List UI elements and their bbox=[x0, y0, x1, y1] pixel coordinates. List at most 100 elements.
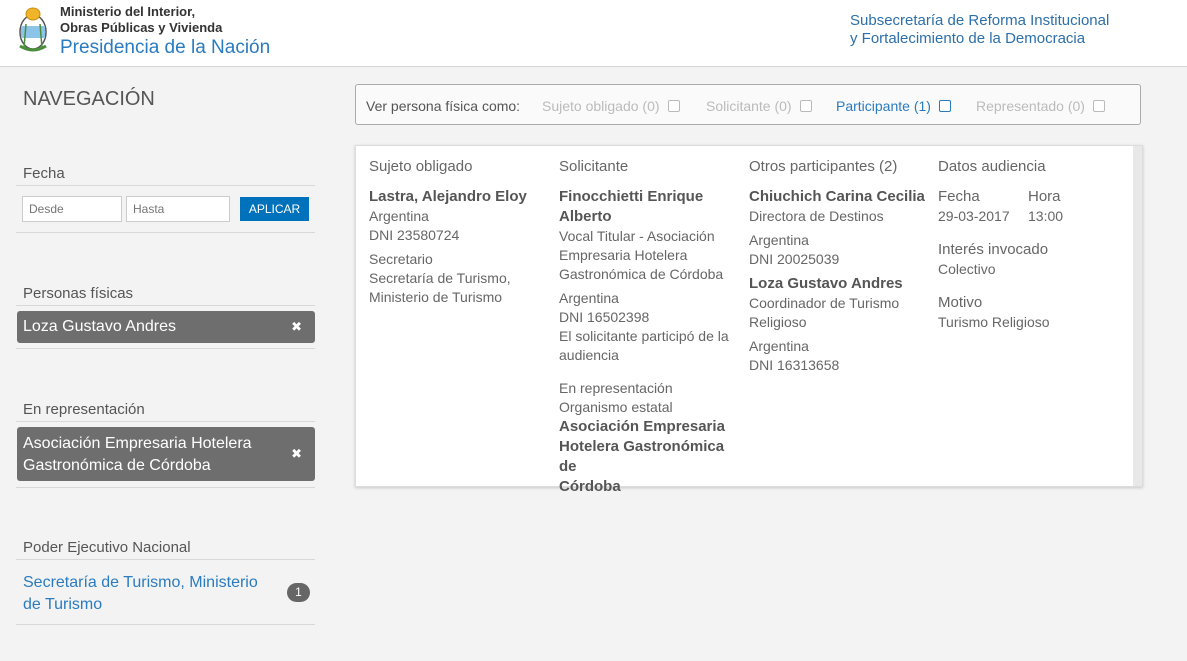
country: Argentina bbox=[559, 290, 619, 306]
role-filter-bar: Ver persona física como: Sujeto obligado… bbox=[355, 84, 1141, 125]
person-name: Chiuchich Carina Cecilia bbox=[749, 188, 925, 205]
person-name: Alberto bbox=[559, 208, 612, 225]
otros-column: Otros participantes (2) Chiuchich Carina… bbox=[749, 157, 929, 375]
filter-option-participante[interactable]: Participante (1) bbox=[836, 98, 951, 114]
date-label: Fecha bbox=[938, 188, 980, 205]
time-block: Hora 13:00 bbox=[1028, 187, 1118, 226]
person-name: Finocchietti Enrique bbox=[559, 188, 704, 205]
person-name: Lastra, Alejandro Eloy bbox=[369, 188, 527, 205]
dni: DNI 20025039 bbox=[749, 251, 840, 267]
dni: DNI 16313658 bbox=[749, 357, 840, 373]
filter-option-sujeto[interactable]: Sujeto obligado (0) bbox=[542, 98, 680, 114]
divider bbox=[16, 348, 315, 349]
column-heading: Solicitante bbox=[559, 158, 629, 175]
representation-org: Hotelera Gastronómica de bbox=[559, 438, 725, 475]
sujeto-column: Sujeto obligado Lastra, Alejandro Eloy A… bbox=[369, 157, 549, 307]
ministry-name: Ministerio del Interior, Obras Públicas … bbox=[60, 4, 270, 60]
date-from-input[interactable] bbox=[22, 196, 122, 222]
role: Religioso bbox=[749, 314, 807, 330]
participation-note: El solicitante participó de la bbox=[559, 328, 729, 344]
remove-icon[interactable]: ✖ bbox=[291, 443, 302, 465]
org-line: Secretaría de Turismo, bbox=[369, 270, 511, 286]
persona-filter-chip: Loza Gustavo Andres ✖ bbox=[17, 311, 315, 343]
ministry-line-2: Obras Públicas y Vivienda bbox=[60, 20, 223, 35]
presidency-title: Presidencia de la Nación bbox=[60, 37, 271, 58]
date-to-input[interactable] bbox=[126, 196, 230, 222]
filter-option-label: Representado (0) bbox=[976, 98, 1085, 114]
time-label: Hora bbox=[1028, 188, 1061, 205]
checkbox[interactable] bbox=[667, 100, 680, 112]
filter-option-representado[interactable]: Representado (0) bbox=[976, 98, 1105, 114]
ministry-line-1: Ministerio del Interior, bbox=[60, 4, 196, 19]
role: Coordinador de Turismo bbox=[749, 295, 900, 311]
org-line: Ministerio de Turismo bbox=[369, 289, 503, 305]
motive-value: Turismo Religioso bbox=[938, 314, 1050, 330]
country: Argentina bbox=[749, 338, 809, 354]
divider bbox=[16, 185, 315, 186]
audiencia-card: Sujeto obligado Lastra, Alejandro Eloy A… bbox=[355, 145, 1143, 495]
column-heading: Sujeto obligado bbox=[369, 158, 473, 175]
representation-org: Asociación Empresaria bbox=[559, 418, 725, 435]
interest-label: Interés invocado bbox=[938, 241, 1049, 258]
subsec-line-1: Subsecretaría de Reforma Institucional bbox=[850, 12, 1110, 29]
person-name: Loza Gustavo Andres bbox=[749, 275, 903, 292]
role: Secretario bbox=[369, 251, 433, 267]
date-time-row: Fecha 29-03-2017 Hora 13:00 bbox=[938, 187, 1128, 226]
filter-option-label: Sujeto obligado (0) bbox=[542, 98, 660, 114]
dni: DNI 23580724 bbox=[369, 227, 460, 243]
persona-chip-label: Loza Gustavo Andres bbox=[23, 318, 176, 335]
country: Argentina bbox=[369, 208, 429, 224]
remove-icon[interactable]: ✖ bbox=[291, 316, 302, 338]
navigation-title: NAVEGACIÓN bbox=[23, 88, 155, 110]
role: Vocal Titular - Asociación bbox=[559, 228, 715, 244]
checkbox[interactable] bbox=[1092, 100, 1105, 112]
checkbox[interactable] bbox=[938, 100, 951, 112]
date-block: Fecha 29-03-2017 bbox=[938, 187, 1028, 226]
divider bbox=[16, 305, 315, 306]
representacion-chip-label: Asociación Empresaria Hotelera Gastronóm… bbox=[23, 435, 252, 474]
interest-value: Colectivo bbox=[938, 261, 996, 277]
dni: DNI 16502398 bbox=[559, 309, 650, 325]
apply-button[interactable]: APLICAR bbox=[240, 197, 309, 221]
participation-note: audiencia bbox=[559, 347, 619, 363]
date-value: 29-03-2017 bbox=[938, 208, 1010, 224]
checkbox[interactable] bbox=[799, 100, 812, 112]
site-header: Ministerio del Interior, Obras Públicas … bbox=[0, 0, 1187, 67]
filter-option-label: Participante (1) bbox=[836, 98, 931, 114]
poder-section-title: Poder Ejecutivo Nacional bbox=[23, 539, 191, 556]
role: Empresaria Hotelera bbox=[559, 247, 688, 263]
motive-label: Motivo bbox=[938, 294, 983, 311]
filter-label: Ver persona física como: bbox=[366, 98, 521, 114]
audiencia-column: Datos audiencia Fecha 29-03-2017 Hora 13… bbox=[938, 157, 1128, 332]
personas-section-title: Personas físicas bbox=[23, 285, 134, 302]
subsecretaria-title: Subsecretaría de Reforma Institucional y… bbox=[850, 12, 1109, 48]
divider bbox=[16, 421, 315, 422]
divider bbox=[16, 232, 315, 233]
role: Directora de Destinos bbox=[749, 208, 884, 224]
count-badge: 1 bbox=[287, 583, 310, 602]
filter-option-solicitante[interactable]: Solicitante (0) bbox=[706, 98, 812, 114]
country: Argentina bbox=[749, 232, 809, 248]
divider bbox=[16, 487, 315, 488]
coat-of-arms-icon bbox=[19, 7, 47, 52]
representation-org: Córdoba bbox=[559, 478, 621, 495]
divider bbox=[16, 559, 315, 560]
column-heading: Otros participantes (2) bbox=[749, 158, 898, 175]
representacion-section-title: En representación bbox=[23, 401, 145, 418]
representation-label: En representación bbox=[559, 380, 673, 396]
representacion-filter-chip: Asociación Empresaria Hotelera Gastronóm… bbox=[17, 427, 315, 481]
representation-type: Organismo estatal bbox=[559, 399, 673, 415]
column-heading: Datos audiencia bbox=[938, 158, 1046, 175]
time-value: 13:00 bbox=[1028, 208, 1064, 224]
role: Gastronómica de Córdoba bbox=[559, 266, 724, 282]
solicitante-column: Solicitante Finocchietti Enrique Alberto… bbox=[559, 157, 739, 497]
subsec-line-2: y Fortalecimiento de la Democracia bbox=[850, 30, 1086, 47]
fecha-section-title: Fecha bbox=[23, 165, 65, 182]
divider bbox=[16, 624, 315, 625]
scrollbar[interactable] bbox=[1133, 146, 1142, 486]
filter-option-label: Solicitante (0) bbox=[706, 98, 792, 114]
poder-filter-link[interactable]: Secretaría de Turismo, Ministerio de Tur… bbox=[23, 572, 263, 616]
